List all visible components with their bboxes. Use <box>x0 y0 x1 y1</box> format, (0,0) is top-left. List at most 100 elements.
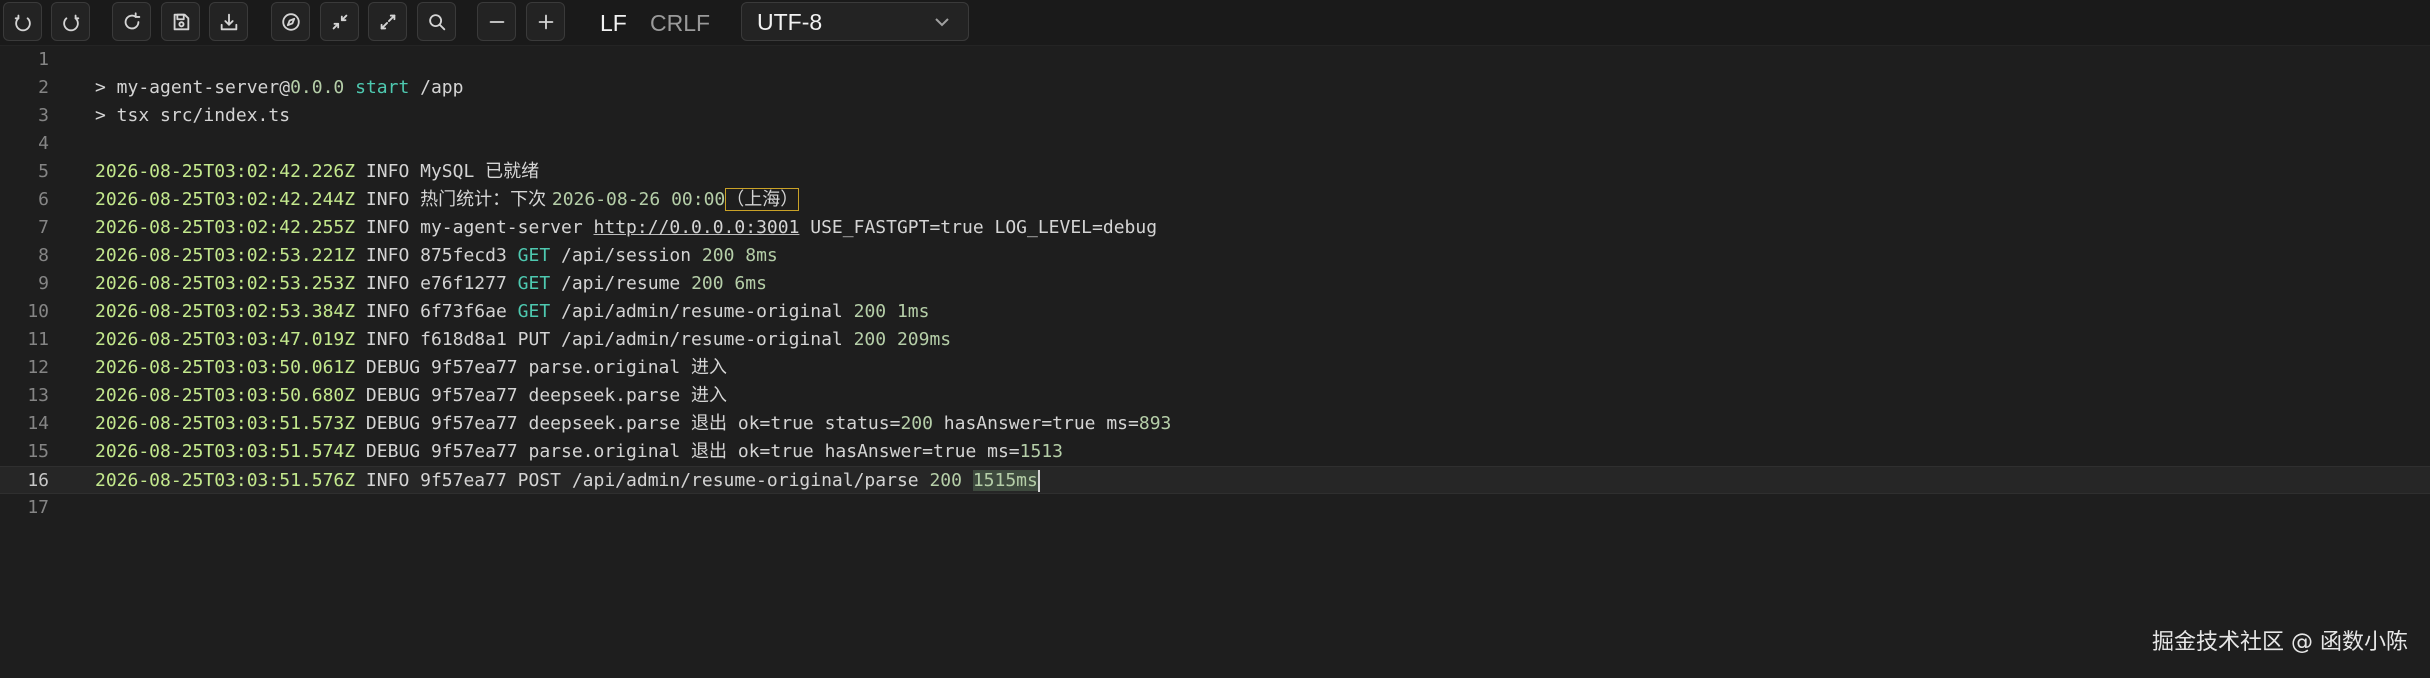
code-token: 209ms <box>896 329 952 350</box>
code-token: 2026-08-25T03:02:42.255Z <box>95 217 356 238</box>
code-token: 2026-08-25T03:03:50.061Z <box>95 357 356 378</box>
minimize-button[interactable] <box>320 2 359 41</box>
code-line[interactable]: 5 2026-08-25T03:02:42.226Z INFO MySQL 已就绪 <box>0 158 2430 186</box>
line-number: 13 <box>27 385 49 406</box>
code-line[interactable]: 17 <box>0 494 2430 522</box>
encoding-select[interactable]: UTF-8 <box>741 2 969 41</box>
save-icon <box>173 13 189 30</box>
code-token: ok=true status= <box>727 413 901 434</box>
code-token: start <box>355 77 410 98</box>
line-number: 10 <box>27 301 49 322</box>
line-number: 9 <box>38 273 49 294</box>
code-line[interactable]: 8 2026-08-25T03:02:53.221Z INFO 875fecd3 … <box>0 242 2430 270</box>
line-number: 1 <box>38 49 49 70</box>
code-token: 200 <box>900 413 933 434</box>
eol-lf-option[interactable]: LF <box>600 8 627 38</box>
code-token: DEBUG 9f57ea77 parse.original <box>355 357 692 378</box>
code-token: 2026-08-25T03:03:51.576Z <box>95 470 356 491</box>
log-editor[interactable]: 1 2 > my-agent-server@0.0.0 start /app 3 > t… <box>0 46 2430 678</box>
line-number: 3 <box>38 105 49 126</box>
code-line[interactable]: 6 2026-08-25T03:02:42.244Z INFO 热门统计：下次 2… <box>0 186 2430 214</box>
compass-button[interactable] <box>271 2 310 41</box>
reload-button[interactable] <box>112 2 151 41</box>
code-token: 2026-08-25T03:02:42.226Z <box>95 161 356 182</box>
code-token: 200 <box>691 273 724 294</box>
code-token: 进入 <box>691 385 728 406</box>
code-token: 6ms <box>734 273 767 294</box>
code-token: USE_FASTGPT=true LOG_LEVEL=debug <box>799 217 1158 238</box>
code-token: 2026-08-25T03:03:51.573Z <box>95 413 356 434</box>
code-line[interactable]: 1 <box>0 46 2430 74</box>
editor-window: LF CRLF UTF-8 1 2 > my-agent-server@0.0.0 … <box>0 0 2430 678</box>
code-line[interactable]: 15 2026-08-25T03:03:51.574Z DEBUG 9f57ea7… <box>0 438 2430 466</box>
code-token: GET <box>517 245 551 266</box>
code-token: 1ms <box>896 301 930 322</box>
code-line[interactable]: 10 2026-08-25T03:02:53.384Z INFO 6f73f6ae… <box>0 298 2430 326</box>
line-content: 2026-08-25T03:03:51.574Z DEBUG 9f57ea77 … <box>95 438 1063 466</box>
reload-icon <box>124 11 140 29</box>
code-token: DEBUG 9f57ea77 parse.original <box>355 441 692 462</box>
code-token: GET <box>517 273 551 294</box>
code-token: INFO <box>355 189 421 210</box>
code-token: INFO 6f73f6ae <box>355 301 518 322</box>
code-token: （上海） <box>725 188 800 211</box>
code-token: /app <box>409 77 464 98</box>
code-token: 893 <box>1138 413 1172 434</box>
code-token: 退出 <box>691 413 728 434</box>
code-token: 2026-08-25T03:02:53.221Z <box>95 245 356 266</box>
download-icon <box>220 13 237 30</box>
code-token: ok=true hasAnswer=true ms= <box>727 441 1020 462</box>
line-number: 16 <box>27 470 49 491</box>
download-button[interactable] <box>209 2 248 41</box>
code-token: hasAnswer=true ms= <box>932 413 1139 434</box>
line-content: 2026-08-25T03:03:50.680Z DEBUG 9f57ea77 … <box>95 382 727 410</box>
line-number: 5 <box>38 161 49 182</box>
encoding-value: UTF-8 <box>757 9 823 35</box>
code-line[interactable]: 3 > tsx src/index.ts <box>0 102 2430 130</box>
code-line[interactable]: 2 > my-agent-server@0.0.0 start /app <box>0 74 2430 102</box>
code-token: 200 <box>853 301 887 322</box>
code-token: /api/resume <box>550 273 692 294</box>
redo-icon <box>62 14 79 31</box>
code-line[interactable]: 16 2026-08-25T03:03:51.576Z INFO 9f57ea77… <box>0 466 2430 494</box>
maximize-button[interactable] <box>368 2 407 41</box>
redo-button[interactable] <box>51 2 90 41</box>
zoom-in-button[interactable] <box>526 2 565 41</box>
text-cursor <box>1037 470 1040 492</box>
code-line[interactable]: 7 2026-08-25T03:02:42.255Z INFO my-agent-… <box>0 214 2430 242</box>
maximize-icon <box>380 14 395 29</box>
line-content: 2026-08-25T03:03:51.573Z DEBUG 9f57ea77 … <box>95 410 1171 438</box>
line-number: 15 <box>27 441 49 462</box>
save-button[interactable] <box>161 2 200 41</box>
search-button[interactable] <box>417 2 456 41</box>
undo-icon <box>14 14 31 31</box>
code-line[interactable]: 14 2026-08-25T03:03:51.573Z DEBUG 9f57ea7… <box>0 410 2430 438</box>
zoom-out-button[interactable] <box>477 2 516 41</box>
code-line[interactable]: 12 2026-08-25T03:03:50.061Z DEBUG 9f57ea7… <box>0 354 2430 382</box>
code-token: 2026-08-26 00:00 <box>551 189 726 210</box>
line-number: 14 <box>27 413 49 434</box>
line-number: 7 <box>38 217 49 238</box>
code-line[interactable]: 11 2026-08-25T03:03:47.019Z INFO f618d8a1… <box>0 326 2430 354</box>
line-number: 4 <box>38 133 49 154</box>
code-line[interactable]: 4 <box>0 130 2430 158</box>
code-token: 2026-08-25T03:03:51.574Z <box>95 441 356 462</box>
undo-button[interactable] <box>3 2 42 41</box>
code-token: GET <box>517 301 551 322</box>
code-token: 2026-08-25T03:02:42.244Z <box>95 189 356 210</box>
code-token: 已就绪 <box>485 161 540 182</box>
line-number: 2 <box>38 77 49 98</box>
code-line[interactable]: 9 2026-08-25T03:02:53.253Z INFO e76f1277 … <box>0 270 2430 298</box>
code-token: 进入 <box>691 357 728 378</box>
code-token: http://0.0.0.0:3001 <box>593 217 800 238</box>
eol-crlf-option[interactable]: CRLF <box>650 8 710 38</box>
code-line[interactable]: 13 2026-08-25T03:03:50.680Z DEBUG 9f57ea7… <box>0 382 2430 410</box>
compass-icon <box>281 12 300 31</box>
line-content: 2026-08-25T03:02:53.384Z INFO 6f73f6ae G… <box>95 298 929 326</box>
code-token: INFO f618d8a1 PUT /api/admin/resume-orig… <box>355 329 854 350</box>
code-token: INFO MySQL <box>355 161 486 182</box>
